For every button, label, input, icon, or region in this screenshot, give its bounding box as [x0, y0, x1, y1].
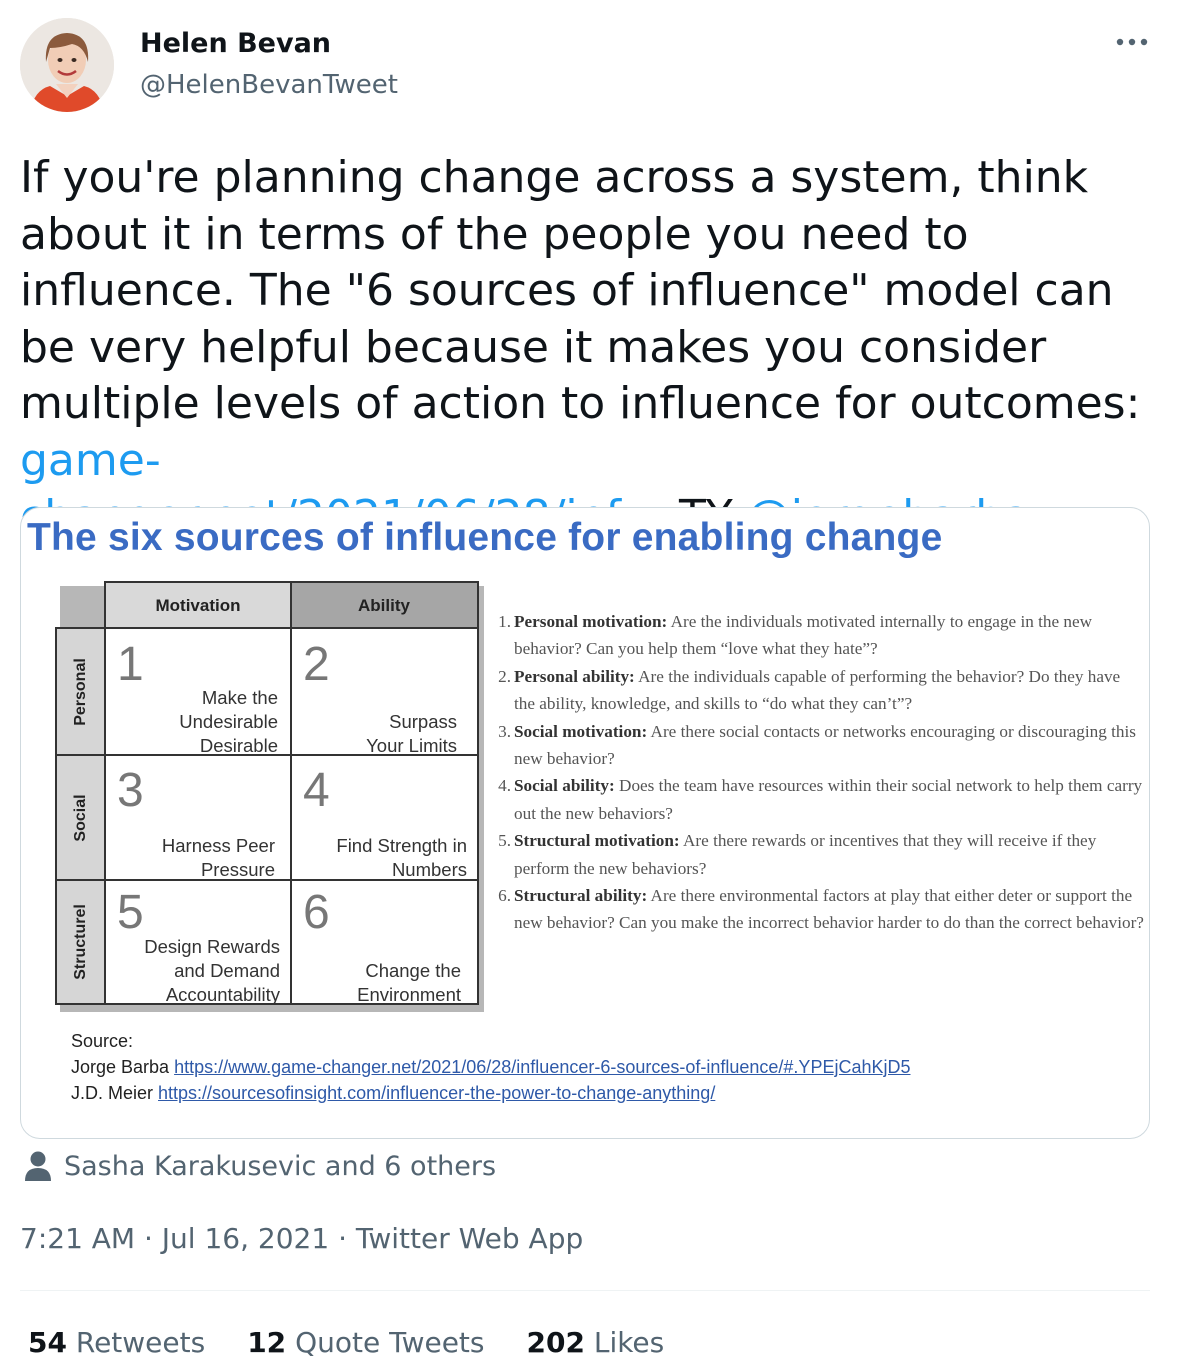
cell-5-line: Design Rewards [144, 936, 280, 957]
divider [20, 1290, 1150, 1291]
description-text: Structural ability: Are there environmen… [514, 882, 1145, 937]
description-label: Social ability: [514, 776, 615, 796]
row-header-structurel: Structurel [72, 904, 89, 980]
description-item: 6. Structural ability: Are there environm… [495, 882, 1145, 937]
likes-stat[interactable]: 202 Likes [526, 1326, 664, 1359]
cell-3-number: 3 [117, 764, 144, 817]
ellipsis-icon [1116, 38, 1148, 46]
liked-by-text: Sasha Karakusevic and 6 others [64, 1150, 497, 1182]
tweet-timestamp[interactable]: 7:21 AM · Jul 16, 2021 · Twitter Web App [20, 1222, 583, 1255]
retweets-count: 54 [28, 1326, 67, 1359]
tweet-image[interactable]: The six sources of influence for enablin… [20, 507, 1150, 1139]
description-label: Social motivation: [514, 721, 648, 741]
cell-4-number: 4 [303, 764, 330, 817]
quote-tweets-label: Quote Tweets [286, 1326, 485, 1359]
row-header-personal: Personal [72, 658, 89, 726]
description-text: Structural motivation: Are there rewards… [514, 827, 1145, 882]
description-item: 2. Personal ability: Are the individuals … [495, 663, 1145, 718]
tweet-stats: 54 Retweets 12 Quote Tweets 202 Likes [28, 1326, 706, 1359]
description-label: Personal ability: [514, 666, 635, 686]
retweets-stat[interactable]: 54 Retweets [28, 1326, 205, 1359]
image-title: The six sources of influence for enablin… [27, 516, 943, 559]
source-url: https://sourcesofinsight.com/influencer-… [158, 1083, 716, 1103]
description-text: Personal motivation: Are the individuals… [514, 608, 1145, 663]
description-number: 1. [498, 612, 511, 631]
cell-6-line: Change the [365, 960, 461, 981]
influence-descriptions: 1. Personal motivation: Are the individua… [495, 608, 1145, 937]
author-name[interactable]: Helen Bevan [140, 28, 331, 59]
tweet-text: If you're planning change across a syste… [20, 150, 1160, 546]
source-url: https://www.game-changer.net/2021/06/28/… [174, 1057, 911, 1077]
description-item: 1. Personal motivation: Are the individua… [495, 608, 1145, 663]
person-portrait-icon [20, 18, 114, 112]
cell-2-line: Your Limits [366, 735, 457, 756]
description-label: Personal motivation: [514, 612, 668, 631]
cell-1-line: Make the [202, 687, 278, 708]
source-author: J.D. Meier [71, 1083, 154, 1103]
source-author: Jorge Barba [71, 1057, 170, 1077]
description-number: 3. [498, 721, 511, 741]
cell-2-number: 2 [303, 638, 330, 691]
description-item: 4. Social ability: Does the team have res… [495, 772, 1145, 827]
quote-tweets-count: 12 [247, 1326, 287, 1359]
cell-5-number: 5 [117, 886, 144, 939]
cell-2-line: Surpass [389, 711, 457, 732]
description-item: 3. Social motivation: Are there social co… [495, 718, 1145, 773]
description-text: Social motivation: Are there social cont… [514, 718, 1145, 773]
quote-tweets-stat[interactable]: 12 Quote Tweets [247, 1326, 484, 1359]
cell-4-line: Find Strength in [336, 835, 467, 856]
description-text: Personal ability: Are the individuals ca… [514, 663, 1145, 718]
description-text: Social ability: Does the team have resou… [514, 772, 1145, 827]
cell-5-line: and Demand [174, 960, 280, 981]
author-handle[interactable]: @HelenBevanTweet [140, 70, 398, 100]
cell-5-line: Accountability [166, 984, 281, 1005]
liked-by[interactable]: Sasha Karakusevic and 6 others [24, 1150, 496, 1182]
cell-1-line: Desirable [200, 735, 278, 756]
cell-6-number: 6 [303, 886, 330, 939]
influence-grid: Motivation Ability Personal Social Struc… [55, 581, 484, 1012]
more-options-icon[interactable] [1112, 22, 1152, 62]
image-sources: Source: Jorge Barba https://www.game-cha… [71, 1028, 911, 1106]
description-label: Structural motivation: [514, 831, 680, 851]
cell-3-line: Pressure [201, 859, 275, 880]
likes-count: 202 [526, 1326, 585, 1359]
column-header-ability: Ability [358, 596, 410, 615]
description-label: Structural ability: [514, 886, 648, 906]
row-header-social: Social [72, 794, 89, 841]
description-number: 6. [498, 886, 511, 906]
source-line: Jorge Barba https://www.game-changer.net… [71, 1054, 911, 1080]
likes-label: Likes [584, 1326, 665, 1359]
cell-3-line: Harness Peer [162, 835, 275, 856]
description-number: 4. [498, 776, 511, 796]
cell-4-line: Numbers [392, 859, 467, 880]
cell-6-line: Environment [357, 984, 461, 1005]
source-line: J.D. Meier https://sourcesofinsight.com/… [71, 1080, 911, 1106]
description-number: 5. [498, 831, 511, 851]
tweet-link-part1: game- [20, 434, 161, 486]
source-label: Source: [71, 1031, 134, 1051]
cell-1-number: 1 [117, 638, 144, 691]
cell-1-line: Undesirable [179, 711, 278, 732]
author-avatar[interactable] [20, 18, 114, 112]
column-header-motivation: Motivation [156, 596, 241, 615]
retweets-label: Retweets [66, 1326, 206, 1359]
person-icon [25, 1151, 51, 1181]
description-item: 5. Structural motivation: Are there rewar… [495, 827, 1145, 882]
tweet-body: If you're planning change across a syste… [20, 152, 1141, 429]
description-number: 2. [498, 666, 511, 686]
